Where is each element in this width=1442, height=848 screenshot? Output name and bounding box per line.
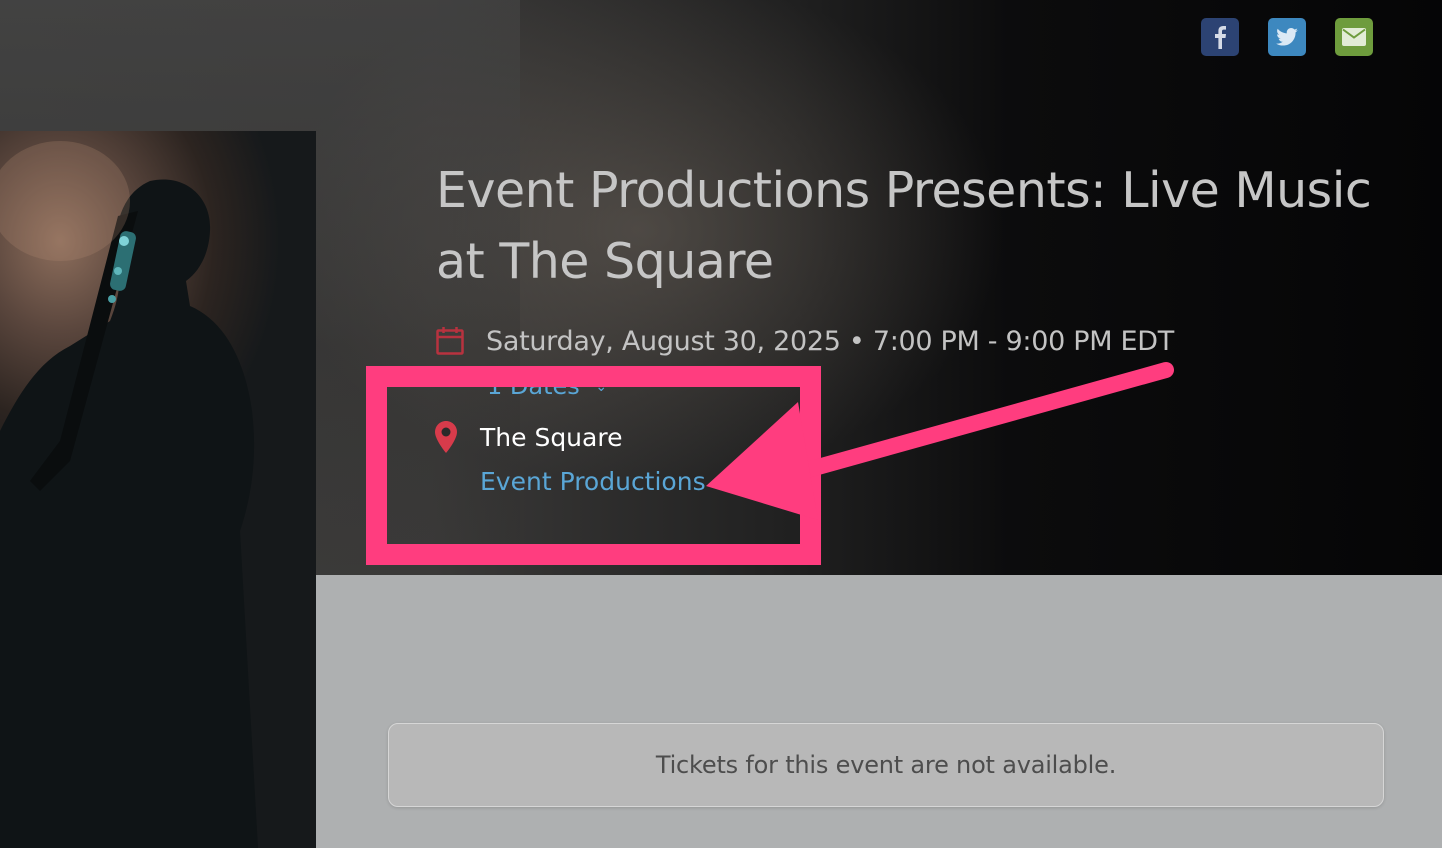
more-dates-label: 1 Dates [487, 372, 580, 400]
share-twitter-button[interactable] [1268, 18, 1306, 56]
facebook-icon [1215, 26, 1226, 49]
venue-name: The Square [480, 422, 623, 452]
event-date-time: Saturday, August 30, 2025 • 7:00 PM - 9:… [486, 325, 1174, 357]
tickets-message: Tickets for this event are not available… [655, 751, 1117, 779]
more-dates-dropdown[interactable]: 1 Dates ⌄ [487, 372, 607, 400]
organizer-link[interactable]: Event Productions [480, 467, 706, 496]
email-icon [1342, 28, 1366, 46]
guitarist-silhouette [0, 141, 258, 848]
event-title: Event Productions Presents: Live Music a… [436, 162, 1372, 290]
twitter-icon [1276, 28, 1298, 46]
event-image [0, 131, 316, 848]
share-email-button[interactable] [1335, 18, 1373, 56]
chevron-down-icon: ⌄ [595, 379, 608, 395]
location-pin-icon [435, 421, 457, 453]
share-facebook-button[interactable] [1201, 18, 1239, 56]
event-venue-row: The Square [434, 420, 622, 454]
calendar-icon [436, 327, 464, 355]
event-date-row: Saturday, August 30, 2025 • 7:00 PM - 9:… [436, 316, 1174, 366]
tickets-unavailable-notice: Tickets for this event are not available… [388, 723, 1384, 807]
